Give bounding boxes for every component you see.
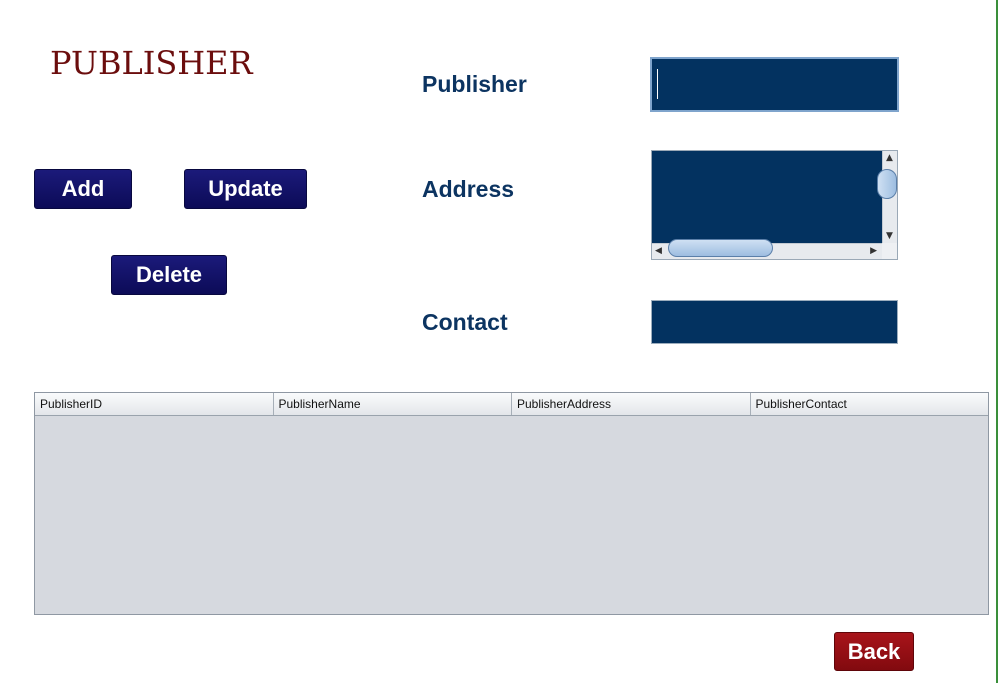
address-vertical-scrollbar[interactable]: ▲ ▼	[877, 151, 897, 243]
scroll-down-arrow-icon[interactable]: ▼	[886, 231, 893, 241]
delete-button[interactable]: Delete	[111, 255, 227, 295]
update-button[interactable]: Update	[184, 169, 307, 209]
table-header: PublisherID PublisherName PublisherAddre…	[35, 393, 988, 416]
table-body[interactable]	[35, 416, 988, 615]
column-header-publisher-id[interactable]: PublisherID	[35, 393, 274, 415]
back-button[interactable]: Back	[834, 632, 914, 671]
contact-label: Contact	[422, 309, 508, 335]
scroll-right-arrow-icon[interactable]: ▶	[870, 246, 877, 256]
text-caret	[657, 69, 658, 99]
window-edge	[996, 0, 998, 683]
address-textarea-container: ▲ ▼ ◀ ▶	[651, 150, 898, 260]
horizontal-scroll-thumb[interactable]	[668, 239, 773, 257]
scroll-up-arrow-icon[interactable]: ▲	[886, 153, 893, 163]
address-horizontal-scrollbar[interactable]: ◀ ▶	[652, 239, 882, 259]
publisher-input[interactable]	[650, 57, 899, 112]
vertical-scroll-thumb[interactable]	[877, 169, 897, 199]
scroll-left-arrow-icon[interactable]: ◀	[655, 246, 662, 256]
column-header-publisher-name[interactable]: PublisherName	[274, 393, 512, 415]
column-header-publisher-contact[interactable]: PublisherContact	[751, 393, 989, 415]
publisher-table[interactable]: PublisherID PublisherName PublisherAddre…	[34, 392, 989, 615]
contact-input[interactable]	[651, 300, 898, 344]
scroll-corner	[882, 243, 897, 259]
publisher-label: Publisher	[422, 71, 527, 97]
page-title: PUBLISHER	[50, 44, 253, 82]
add-button[interactable]: Add	[34, 169, 132, 209]
address-textarea[interactable]	[652, 151, 882, 243]
column-header-publisher-address[interactable]: PublisherAddress	[512, 393, 751, 415]
address-label: Address	[422, 176, 515, 202]
